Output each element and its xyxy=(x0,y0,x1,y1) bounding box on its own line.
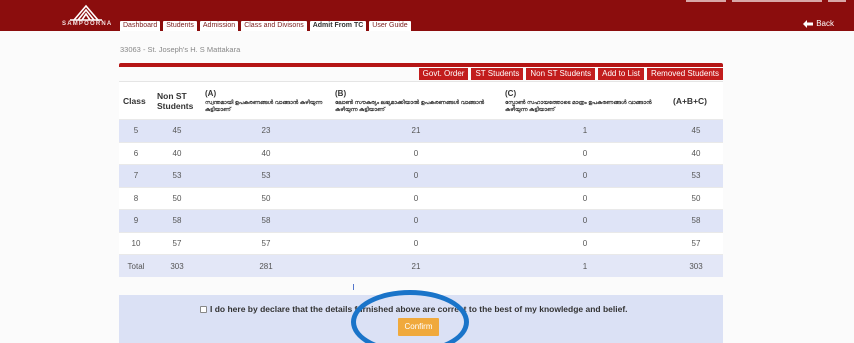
cell-c: 1 xyxy=(501,119,669,142)
header-b-text: ലോൺ സൗകര്യം ലഭ്യമാക്കിയാൽ ഉപകരണങ്ങൾ വാങ്… xyxy=(335,99,485,113)
cell-c: 0 xyxy=(501,164,669,187)
cell-non-st: 58 xyxy=(153,209,201,232)
cell-b: 21 xyxy=(331,119,501,142)
logo-text: SAMPOORNA xyxy=(62,21,113,27)
cell-sum: 50 xyxy=(669,186,723,210)
cell-class: 5 xyxy=(119,119,153,142)
cell-sum: 57 xyxy=(669,231,723,255)
cell-total-label: Total xyxy=(119,254,153,277)
cell-b: 0 xyxy=(331,186,501,210)
panel-top-rule xyxy=(119,63,723,67)
declaration-checkbox[interactable] xyxy=(200,305,207,313)
header-b-prefix: (B) xyxy=(335,88,347,98)
top-right-links[interactable] xyxy=(686,0,846,6)
cell-class: 8 xyxy=(119,186,153,210)
nav-admission[interactable]: Admission xyxy=(199,21,239,31)
add-to-list-button[interactable]: Add to List xyxy=(598,68,644,80)
cell-non-st: 57 xyxy=(153,231,201,255)
cell-sum: 45 xyxy=(669,119,723,142)
declaration-section: I do here by declare that the details fu… xyxy=(119,295,723,343)
table-total-row: Total 303 281 21 1 303 xyxy=(119,254,723,277)
declaration-row: I do here by declare that the details fu… xyxy=(200,304,628,314)
table-row: 7 53 53 0 0 53 xyxy=(119,164,723,187)
cell-a: 53 xyxy=(201,164,331,187)
cell-non-st: 50 xyxy=(153,186,201,210)
school-name: 33063 - St. Joseph's H. S Mattakara xyxy=(120,45,241,54)
cell-total-a: 281 xyxy=(201,254,331,277)
header-c-prefix: (C) xyxy=(505,88,517,98)
cell-class: 10 xyxy=(119,231,153,255)
students-panel: Govt. Order ST Students Non ST Students … xyxy=(119,63,723,283)
cell-a: 57 xyxy=(201,231,331,255)
confirm-button[interactable]: Confirm xyxy=(398,318,439,336)
nav-students[interactable]: Students xyxy=(163,21,197,31)
cell-b: 0 xyxy=(331,209,501,232)
cell-c: 0 xyxy=(501,209,669,232)
nav-admit-from-tc[interactable]: Admit From TC xyxy=(309,21,367,31)
header-non-st-students: Non ST Students xyxy=(153,81,201,120)
nav-user-guide[interactable]: User Guide xyxy=(369,21,411,31)
cell-class: 6 xyxy=(119,141,153,165)
table-row: 8 50 50 0 0 50 xyxy=(119,186,723,210)
header-c-text: സ്പോൺ സഹായത്തോടെ മാത്രം ഉപകരണങ്ങൾ വാങ്ങാ… xyxy=(505,99,652,113)
non-st-students-button[interactable]: Non ST Students xyxy=(526,68,596,80)
nav-class-and-divisions[interactable]: Class and Divisons xyxy=(241,21,307,31)
cell-b: 0 xyxy=(331,164,501,187)
cell-a: 40 xyxy=(201,141,331,165)
cell-c: 0 xyxy=(501,141,669,165)
arrow-left-icon xyxy=(803,19,814,28)
cell-non-st: 53 xyxy=(153,164,201,187)
cell-b: 0 xyxy=(331,141,501,165)
main-nav: Dashboard Students Admission Class and D… xyxy=(120,21,411,31)
removed-students-button[interactable]: Removed Students xyxy=(646,68,723,80)
back-label: Back xyxy=(816,19,834,28)
nav-dashboard[interactable]: Dashboard xyxy=(120,21,161,31)
cell-class: 7 xyxy=(119,164,153,187)
header-class: Class xyxy=(119,81,153,120)
govt-order-button[interactable]: Govt. Order xyxy=(418,68,469,80)
header-a: (A) സ്വന്തമായി ഉപകരണങ്ങൾ വാങ്ങാൻ കഴിയുന്… xyxy=(201,81,331,120)
app-header: SAMPOORNA Dashboard Students Admission C… xyxy=(0,0,854,31)
header-c: (C) സ്പോൺ സഹായത്തോടെ മാത്രം ഉപകരണങ്ങൾ വാ… xyxy=(501,81,669,120)
cell-total-non-st: 303 xyxy=(153,254,201,277)
cell-a: 50 xyxy=(201,186,331,210)
header-a-prefix: (A) xyxy=(205,88,217,98)
header-a-text: സ്വന്തമായി ഉപകരണങ്ങൾ വാങ്ങാൻ കഴിയുന്ന കു… xyxy=(205,99,323,113)
cell-c: 0 xyxy=(501,186,669,210)
table-row: 9 58 58 0 0 58 xyxy=(119,209,723,232)
cell-b: 0 xyxy=(331,231,501,255)
table-header-row: Class Non ST Students (A) സ്വന്തമായി ഉപക… xyxy=(119,81,723,120)
table-row: 5 45 23 21 1 45 xyxy=(119,119,723,142)
cell-class: 9 xyxy=(119,209,153,232)
header-b: (B) ലോൺ സൗകര്യം ലഭ്യമാക്കിയാൽ ഉപകരണങ്ങൾ … xyxy=(331,81,501,120)
cell-a: 23 xyxy=(201,119,331,142)
cell-sum: 53 xyxy=(669,164,723,187)
header-sum: (A+B+C) xyxy=(669,81,723,120)
text-cursor xyxy=(353,284,354,290)
declaration-text: I do here by declare that the details fu… xyxy=(210,304,628,314)
cell-c: 0 xyxy=(501,231,669,255)
cell-total-c: 1 xyxy=(501,254,669,277)
cell-sum: 40 xyxy=(669,141,723,165)
cell-total-b: 21 xyxy=(331,254,501,277)
cell-non-st: 45 xyxy=(153,119,201,142)
cell-a: 58 xyxy=(201,209,331,232)
cell-non-st: 40 xyxy=(153,141,201,165)
cell-sum: 58 xyxy=(669,209,723,232)
table-row: 6 40 40 0 0 40 xyxy=(119,141,723,165)
back-button[interactable]: Back xyxy=(803,19,834,28)
cell-total-sum: 303 xyxy=(669,254,723,277)
table-row: 10 57 57 0 0 57 xyxy=(119,231,723,255)
action-buttons: Govt. Order ST Students Non ST Students … xyxy=(418,68,723,80)
st-students-button[interactable]: ST Students xyxy=(471,68,524,80)
students-table: Class Non ST Students (A) സ്വന്തമായി ഉപക… xyxy=(119,81,723,277)
